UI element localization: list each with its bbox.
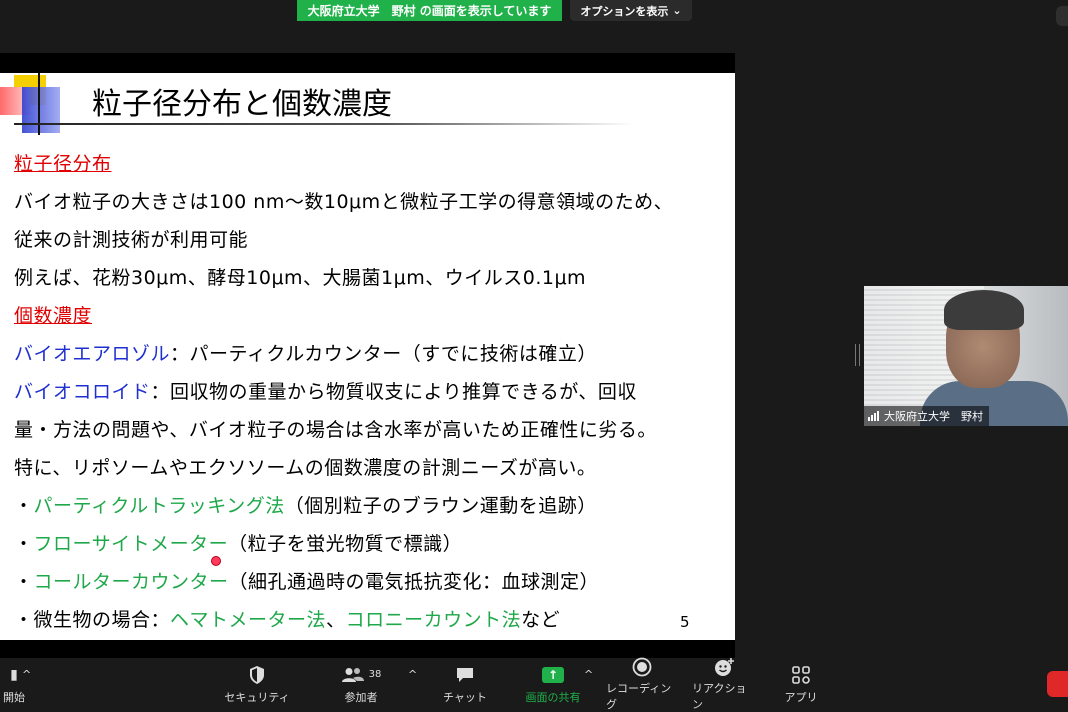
participant-hair (944, 290, 1024, 330)
method-label: コールターカウンター (33, 571, 229, 593)
participant-video-tile[interactable]: 大阪府立大学 野村 (864, 286, 1068, 426)
share-screen-label: 画面の共有 (525, 690, 581, 704)
start-button[interactable]: ▮ 開始 (0, 658, 34, 710)
bullet-mark: ・ (14, 571, 34, 593)
apps-button[interactable]: アプリ (776, 658, 826, 710)
bullet-item: ・微生物の場合：ヘマトメーター法、コロニーカウント法など (14, 605, 560, 632)
laser-pointer-icon (211, 556, 221, 566)
screen-share-banner: 大阪府立大学 野村 の画面を表示しています (297, 0, 562, 21)
text-line: バイオエアロゾル：パーティクルカウンター（すでに技術は確立） (14, 339, 597, 366)
participants-button[interactable]: 38 参加者 (330, 658, 392, 710)
end-meeting-button[interactable] (1047, 671, 1068, 697)
title-underline (14, 123, 634, 125)
participants-icon: 38 (341, 664, 382, 686)
text-line: 量・方法の問題や、バイオ粒子の場合は含水率が高いため正確性に劣る。 (14, 419, 657, 441)
recording-label: レコーディング (606, 681, 672, 711)
reactions-label: リアクション (692, 681, 747, 711)
slide-page-number: 5 (680, 613, 690, 631)
method-text: （細孔通過時の電気抵抗変化：血球測定） (228, 571, 600, 593)
method-text: （粒子を蛍光物質で標識） (228, 533, 463, 555)
term-text: ：パーティクルカウンター（すでに技術は確立） (170, 343, 597, 365)
security-label: セキュリティ (224, 690, 290, 704)
term-text: ：回収物の重量から物質収支により推算できるが、回収 (150, 381, 637, 403)
section-heading: 個数濃度 (14, 305, 93, 327)
record-icon (632, 657, 652, 677)
participants-options-caret-icon[interactable]: ^ (408, 668, 417, 681)
panel-splitter-handle[interactable] (855, 344, 860, 366)
method-label: パーティクルトラッキング法 (33, 495, 285, 517)
chat-button[interactable]: チャット (440, 658, 490, 710)
slide-deco-blue (22, 87, 60, 133)
participants-label: 参加者 (344, 690, 378, 704)
share-options-caret-icon[interactable]: ^ (584, 668, 593, 681)
share-screen-button[interactable]: ↑ 画面の共有 (518, 658, 588, 710)
chat-icon (455, 664, 475, 686)
reactions-button[interactable]: リアクション (692, 657, 756, 711)
apps-label: アプリ (784, 690, 818, 704)
share-screen-icon: ↑ (542, 664, 564, 686)
shield-icon (248, 664, 266, 686)
bullet-mark: ・ (14, 495, 34, 517)
start-icon: ▮ (10, 666, 18, 683)
bullet-mark: ・ (14, 609, 34, 631)
presentation-slide: 粒子径分布と個数濃度 粒子径分布 バイオ粒子の大きさは100 nm〜数10μmと… (0, 73, 735, 640)
section-heading: 粒子径分布 (14, 153, 112, 175)
text-line: 例えば、花粉30μm、酵母10μm、大腸菌1μm、ウイルス0.1μm (14, 267, 587, 289)
reaction-icon (713, 657, 735, 677)
bullet-mark: ・ (14, 533, 34, 555)
view-options-label: オプションを表示 (580, 4, 669, 18)
bullet-item: ・コールターカウンター（細孔通過時の電気抵抗変化：血球測定） (14, 567, 599, 594)
method-text: （個別粒子のブラウン運動を追跡） (284, 495, 597, 517)
chat-label: チャット (443, 690, 487, 704)
method-text: 、 (326, 609, 346, 631)
view-options-button[interactable]: オプションを表示 ⌄ (570, 0, 692, 21)
bullet-item: ・フローサイトメーター（粒子を蛍光物質で標識） (14, 529, 462, 556)
slide-title: 粒子径分布と個数濃度 (92, 87, 392, 122)
method-label: フローサイトメーター (33, 533, 229, 555)
participant-name: 大阪府立大学 野村 (884, 410, 983, 423)
bullet-item: ・パーティクルトラッキング法（個別粒子のブラウン運動を追跡） (14, 491, 597, 518)
term-label: バイオコロイド (14, 381, 151, 403)
text-line: 従来の計測技術が利用可能 (14, 229, 249, 251)
signal-icon (868, 411, 879, 421)
start-options-caret-icon[interactable]: ^ (22, 668, 31, 681)
text-line: バイオ粒子の大きさは100 nm〜数10μmと微粒子工学の得意領域のため、 (14, 191, 674, 213)
participants-count: 38 (368, 669, 382, 680)
method-text: 微生物の場合： (33, 609, 171, 631)
shared-screen: 粒子径分布と個数濃度 粒子径分布 バイオ粒子の大きさは100 nm〜数10μmと… (0, 53, 735, 658)
method-label: ヘマトメーター法 (170, 609, 327, 631)
text-line: 特に、リポソームやエクソソームの個数濃度の計測ニーズが高い。 (14, 457, 597, 479)
chevron-down-icon: ⌄ (672, 4, 682, 17)
method-label: コロニーカウント法 (345, 609, 522, 631)
participant-name-tag: 大阪府立大学 野村 (864, 406, 989, 426)
method-text: など (521, 609, 561, 631)
apps-icon (791, 664, 811, 686)
term-label: バイオエアロゾル (14, 343, 171, 365)
meeting-toolbar: ▮ 開始 ^ セキュリティ 38 参加者 ^ チャット ↑ 画面の共有 ^ レコ… (0, 657, 1068, 711)
text-line: バイオコロイド：回収物の重量から物質収支により推算できるが、回収 (14, 377, 637, 404)
recording-button[interactable]: レコーディング (606, 657, 678, 711)
start-label: 開始 (3, 690, 25, 704)
window-control-icon[interactable] (1056, 6, 1068, 26)
slide-deco-vline (38, 73, 40, 135)
security-button[interactable]: セキュリティ (222, 658, 292, 710)
